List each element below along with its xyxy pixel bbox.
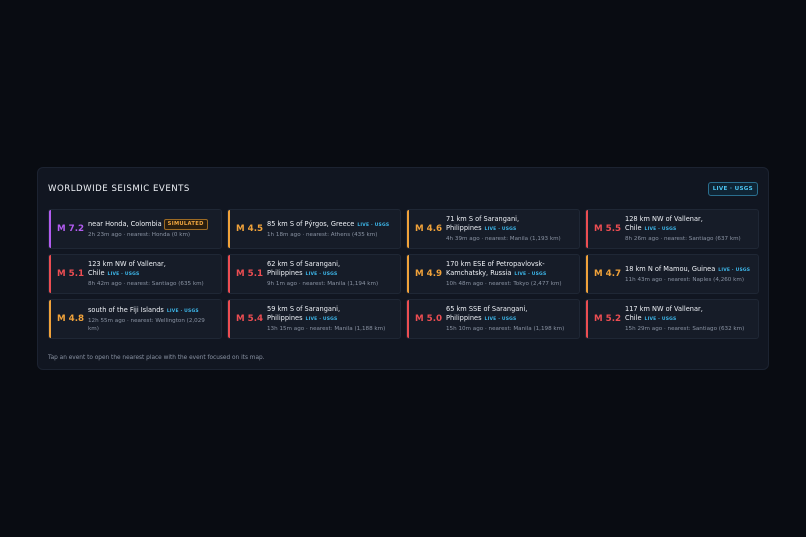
event-meta: 15h 10m ago · nearest: Manila (1,198 km) [446,326,565,332]
event-place-line: 170 km ESE of Petropavlovsk-Kamchatsky, … [446,260,575,279]
event-card-5[interactable]: M 5.1 123 km NW of Vallenar, Chile LIVE ·… [48,254,222,294]
severity-bar [49,255,51,293]
event-info: 62 km S of Sarangani, Philippines LIVE · … [267,260,400,288]
event-meta: 11h 43m ago · nearest: Naples (4,260 km) [625,276,745,283]
event-meta: 4h 39m ago · nearest: Manila (1,193 km) [446,236,561,242]
severity-bar [586,255,588,293]
event-place-line: 65 km SSE of Sarangani, Philippines LIVE … [446,305,575,324]
event-card-8[interactable]: M 4.7 18 km N of Mamou, Guinea LIVE · USG… [585,254,759,294]
magnitude-label: M 4.6 [415,224,443,234]
event-place: 18 km N of Mamou, Guinea [625,264,716,273]
severity-bar [228,255,230,293]
event-info: south of the Fiji Islands LIVE · USGS 12h… [88,306,221,333]
severity-bar [228,210,230,248]
event-place: 85 km S of Pýrgos, Greece [267,219,355,228]
event-source-tag: LIVE · USGS [644,227,677,232]
panel-title: WORLDWIDE SEISMIC EVENTS [48,184,190,194]
event-card-12[interactable]: M 5.2 117 km NW of Vallenar, Chile LIVE ·… [585,299,759,339]
event-meta: 13h 15m ago · nearest: Manila (1,188 km) [267,326,386,332]
event-source-tag: LIVE · USGS [644,317,677,322]
live-usgs-badge: LIVE · USGS [707,182,758,196]
event-meta: 10h 48m ago · nearest: Tokyo (2,477 km) [446,281,562,287]
event-meta: 2h 23m ago · nearest: Honda (0 km) [88,232,191,238]
severity-bar [49,210,51,248]
event-card-2[interactable]: M 4.5 85 km S of Pýrgos, Greece LIVE · US… [227,209,401,249]
magnitude-label: M 4.5 [236,224,264,234]
event-card-1[interactable]: M 7.2 near Honda, Colombia SIMULATED 2h 2… [48,209,222,249]
magnitude-label: M 5.1 [57,269,85,279]
event-meta: 9h 1m ago · nearest: Manila (1,194 km) [267,281,379,287]
event-source-tag: LIVE · USGS [484,227,517,232]
magnitude-label: M 4.9 [415,269,443,279]
severity-bar [407,255,409,293]
severity-bar [407,210,409,248]
event-place-line: 59 km S of Sarangani, Philippines LIVE · … [267,305,396,324]
event-place-line: south of the Fiji Islands LIVE · USGS [88,306,217,316]
event-place-line: 18 km N of Mamou, Guinea LIVE · USGS [625,265,754,275]
event-meta: 15h 29m ago · nearest: Santiago (632 km) [625,326,745,332]
event-info: 117 km NW of Vallenar, Chile LIVE · USGS … [625,305,758,333]
event-place-line: 62 km S of Sarangani, Philippines LIVE · … [267,260,396,279]
event-info: 170 km ESE of Petropavlovsk-Kamchatsky, … [446,260,579,288]
event-info: 85 km S of Pýrgos, Greece LIVE · USGS 1h … [267,220,400,239]
event-info: near Honda, Colombia SIMULATED 2h 23m ago… [88,219,221,239]
event-card-7[interactable]: M 4.9 170 km ESE of Petropavlovsk-Kamcha… [406,254,580,294]
event-source-tag: LIVE · USGS [514,272,547,277]
magnitude-label: M 4.8 [57,314,85,324]
event-source-tag: LIVE · USGS [484,317,517,322]
severity-bar [586,210,588,248]
event-info: 123 km NW of Vallenar, Chile LIVE · USGS … [88,260,221,288]
event-place-line: 117 km NW of Vallenar, Chile LIVE · USGS [625,305,754,324]
magnitude-label: M 5.5 [594,224,622,234]
event-meta: 8h 42m ago · nearest: Santiago (635 km) [88,281,204,287]
event-place-line: near Honda, Colombia SIMULATED [88,219,217,230]
event-place-line: 123 km NW of Vallenar, Chile LIVE · USGS [88,260,217,279]
event-source-tag: LIVE · USGS [357,222,390,228]
event-place: near Honda, Colombia [88,220,162,228]
event-card-10[interactable]: M 5.4 59 km S of Sarangani, Philippines L… [227,299,401,339]
event-source-tag: LIVE · USGS [166,308,199,314]
severity-bar [407,300,409,338]
event-card-4[interactable]: M 5.5 128 km NW of Vallenar, Chile LIVE ·… [585,209,759,249]
event-info: 128 km NW of Vallenar, Chile LIVE · USGS … [625,215,758,243]
event-card-11[interactable]: M 5.0 65 km SSE of Sarangani, Philippine… [406,299,580,339]
magnitude-label: M 5.2 [594,314,622,324]
simulated-badge: SIMULATED [163,219,208,230]
seismic-events-panel: WORLDWIDE SEISMIC EVENTS LIVE · USGS M 7… [37,167,769,370]
event-info: 71 km S of Sarangani, Philippines LIVE · … [446,215,579,243]
event-source-tag: LIVE · USGS [305,272,338,277]
event-info: 59 km S of Sarangani, Philippines LIVE · … [267,305,400,333]
event-place: south of the Fiji Islands [88,305,164,314]
event-card-9[interactable]: M 4.8 south of the Fiji Islands LIVE · US… [48,299,222,339]
panel-header: WORLDWIDE SEISMIC EVENTS LIVE · USGS [48,177,758,201]
magnitude-label: M 5.0 [415,314,443,324]
magnitude-label: M 5.4 [236,314,264,324]
event-grid: M 7.2 near Honda, Colombia SIMULATED 2h 2… [48,209,759,339]
event-place-line: 85 km S of Pýrgos, Greece LIVE · USGS [267,220,396,230]
event-source-tag: LIVE · USGS [107,272,140,277]
severity-bar [228,300,230,338]
event-place-line: 71 km S of Sarangani, Philippines LIVE · … [446,215,575,234]
severity-bar [586,300,588,338]
event-card-6[interactable]: M 5.1 62 km S of Sarangani, Philippines L… [227,254,401,294]
event-info: 18 km N of Mamou, Guinea LIVE · USGS 11h … [625,265,758,284]
magnitude-label: M 5.1 [236,269,264,279]
event-meta: 1h 18m ago · nearest: Athens (435 km) [267,231,378,238]
event-place-line: 128 km NW of Vallenar, Chile LIVE · USGS [625,215,754,234]
event-info: 65 km SSE of Sarangani, Philippines LIVE … [446,305,579,333]
event-source-tag: LIVE · USGS [305,317,338,322]
panel-footer-hint: Tap an event to open the nearest place w… [48,355,265,361]
severity-bar [49,300,51,338]
event-card-3[interactable]: M 4.6 71 km S of Sarangani, Philippines L… [406,209,580,249]
magnitude-label: M 4.7 [594,269,622,279]
magnitude-label: M 7.2 [57,224,85,234]
event-source-tag: LIVE · USGS [718,267,751,273]
event-meta: 8h 26m ago · nearest: Santiago (637 km) [625,236,741,242]
event-meta: 12h 55m ago · nearest: Wellington (2,029… [88,317,205,332]
